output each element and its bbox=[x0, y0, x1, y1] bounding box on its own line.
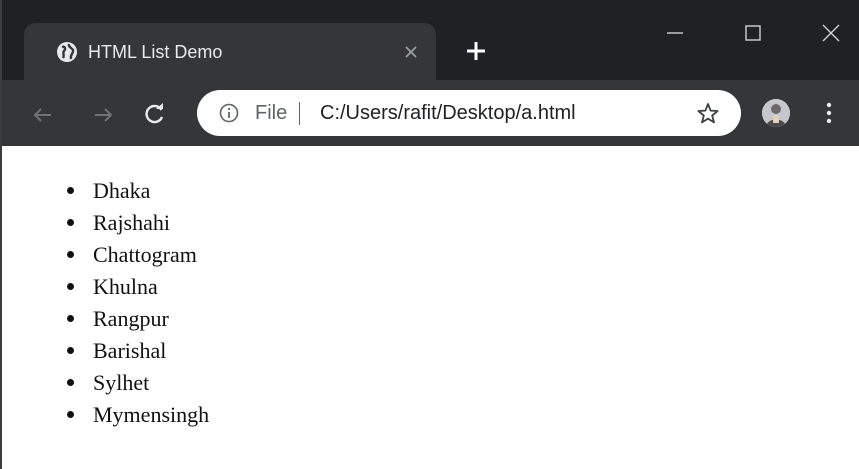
bullet bbox=[67, 251, 74, 258]
address-bar[interactable]: File C:/Users/rafit/Desktop/a.html bbox=[197, 90, 741, 136]
list-item-label: Sylhet bbox=[93, 370, 150, 395]
list-item: Sylhet bbox=[67, 367, 209, 399]
kebab-menu-icon[interactable] bbox=[824, 101, 834, 125]
list-item: Mymensingh bbox=[67, 399, 209, 431]
bullet bbox=[67, 283, 74, 290]
list-item: Rangpur bbox=[67, 303, 209, 335]
list-item: Chattogram bbox=[67, 239, 209, 271]
avatar-icon[interactable] bbox=[762, 99, 790, 127]
city-list: Dhaka Rajshahi Chattogram Khulna Rangpur… bbox=[67, 175, 209, 431]
bullet bbox=[67, 315, 74, 322]
tab-strip: HTML List Demo bbox=[2, 0, 859, 80]
close-icon[interactable] bbox=[820, 22, 842, 44]
list-item-label: Rangpur bbox=[93, 306, 169, 331]
list-item: Khulna bbox=[67, 271, 209, 303]
divider bbox=[299, 102, 300, 125]
arrow-right-icon[interactable] bbox=[90, 102, 116, 128]
reload-icon[interactable] bbox=[142, 101, 168, 127]
info-icon[interactable] bbox=[219, 103, 239, 123]
list-item: Barishal bbox=[67, 335, 209, 367]
url-text[interactable]: C:/Users/rafit/Desktop/a.html bbox=[320, 101, 576, 125]
bullet bbox=[67, 187, 74, 194]
list-item: Rajshahi bbox=[67, 207, 209, 239]
tab-title: HTML List Demo bbox=[88, 42, 223, 62]
browser-window: HTML List Demo File C:/Users/rafit/Deskt… bbox=[0, 0, 859, 469]
close-icon[interactable] bbox=[399, 40, 423, 64]
bullet bbox=[67, 379, 74, 386]
bullet bbox=[67, 219, 74, 226]
tab-html-list-demo[interactable]: HTML List Demo bbox=[24, 23, 436, 80]
scheme-label: File bbox=[255, 102, 288, 124]
arrow-left-icon[interactable] bbox=[30, 102, 56, 128]
maximize-icon[interactable] bbox=[742, 22, 764, 44]
browser-toolbar: File C:/Users/rafit/Desktop/a.html bbox=[2, 80, 859, 146]
star-icon[interactable] bbox=[695, 101, 721, 127]
list-item-label: Mymensingh bbox=[93, 402, 210, 427]
list-item-label: Chattogram bbox=[93, 242, 197, 267]
list-item-label: Dhaka bbox=[93, 178, 151, 203]
bullet bbox=[67, 347, 74, 354]
list-item-label: Khulna bbox=[93, 274, 158, 299]
plus-icon[interactable] bbox=[465, 40, 487, 62]
list-item-label: Barishal bbox=[93, 338, 167, 363]
list-item: Dhaka bbox=[67, 175, 209, 207]
minimize-icon[interactable] bbox=[664, 22, 686, 44]
list-item-label: Rajshahi bbox=[93, 210, 170, 235]
bullet bbox=[67, 411, 74, 418]
globe-icon bbox=[56, 41, 78, 63]
page-content: Dhaka Rajshahi Chattogram Khulna Rangpur… bbox=[2, 146, 859, 469]
